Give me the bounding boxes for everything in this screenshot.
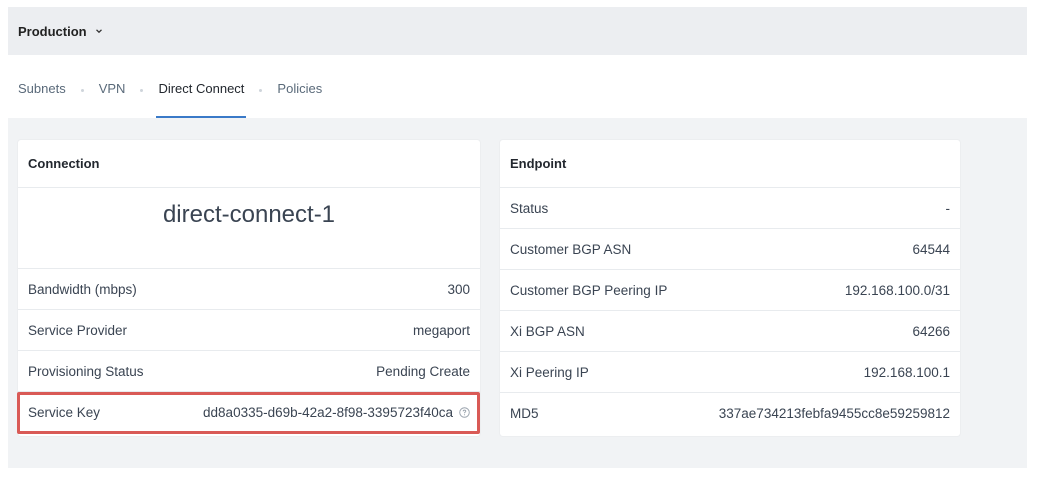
tab-separator <box>80 89 84 92</box>
row-label: Xi BGP ASN <box>510 323 585 339</box>
tab-vpn[interactable]: VPN <box>99 70 126 118</box>
endpoint-row-status: Status - <box>500 188 960 229</box>
tab-label: Direct Connect <box>158 81 245 96</box>
tab-subnets[interactable]: Subnets <box>18 70 66 118</box>
row-label: Service Provider <box>28 322 128 338</box>
row-label: Customer BGP Peering IP <box>510 282 668 298</box>
environment-selector[interactable]: Production <box>18 24 103 39</box>
tab-separator <box>259 89 263 92</box>
row-label: Xi Peering IP <box>510 364 589 380</box>
row-label: Bandwidth (mbps) <box>28 281 137 297</box>
connection-row-service-provider: Service Provider megaport <box>18 310 480 351</box>
row-value: 192.168.100.1 <box>863 364 950 380</box>
connection-card-title: Connection <box>18 140 480 188</box>
row-label: MD5 <box>510 406 539 421</box>
tab-policies[interactable]: Policies <box>277 70 322 118</box>
row-value: 337ae734213febfa9455cc8e59259812 <box>718 406 950 421</box>
tab-label: VPN <box>98 81 126 96</box>
chevron-down-icon <box>95 29 102 34</box>
content-area: Connection direct-connect-1 Bandwidth (m… <box>8 118 1027 468</box>
tab-label: Subnets <box>18 81 66 96</box>
row-label: Service Key <box>28 405 101 420</box>
tab-separator <box>140 89 144 92</box>
row-value: - <box>945 200 951 216</box>
endpoint-row-md5: MD5 337ae734213febfa9455cc8e59259812 <box>500 393 960 434</box>
endpoint-row-customer-bgp-peering-ip: Customer BGP Peering IP 192.168.100.0/31 <box>500 270 960 311</box>
row-value: 64544 <box>912 241 950 257</box>
row-label: Customer BGP ASN <box>510 241 632 257</box>
endpoint-row-xi-peering-ip: Xi Peering IP 192.168.100.1 <box>500 352 960 393</box>
connection-row-bandwidth: Bandwidth (mbps) 300 <box>18 269 480 310</box>
service-key-value[interactable]: dd8a0335-d69b-42a2-8f98-3395723f40ca <box>203 405 453 420</box>
top-bar: Production <box>8 7 1027 55</box>
help-icon[interactable] <box>459 407 470 418</box>
tab-bar: Subnets VPN Direct Connect Policies <box>18 70 322 118</box>
row-label: Provisioning Status <box>28 363 144 379</box>
row-value: 192.168.100.0/31 <box>844 282 950 298</box>
connection-card: Connection direct-connect-1 Bandwidth (m… <box>18 140 480 436</box>
endpoint-card-title: Endpoint <box>500 140 960 188</box>
row-value: 300 <box>447 281 470 297</box>
row-value: megaport <box>412 322 470 338</box>
endpoint-row-xi-bgp-asn: Xi BGP ASN 64266 <box>500 311 960 352</box>
tab-direct-connect[interactable]: Direct Connect <box>156 70 247 118</box>
endpoint-row-customer-bgp-asn: Customer BGP ASN 64544 <box>500 229 960 270</box>
row-value: Pending Create <box>376 363 470 379</box>
tab-label: Policies <box>277 81 323 96</box>
row-label: Status <box>510 200 549 216</box>
row-value: 64266 <box>912 323 950 339</box>
connection-row-service-key: Service Key dd8a0335-d69b-42a2-8f98-3395… <box>18 392 480 433</box>
endpoint-card: Endpoint Status - Customer BGP ASN 64544… <box>500 140 960 436</box>
connection-row-provisioning-status: Provisioning Status Pending Create <box>18 351 480 392</box>
environment-label: Production <box>18 23 87 39</box>
connection-name: direct-connect-1 <box>18 188 480 269</box>
service-key-value-wrap: dd8a0335-d69b-42a2-8f98-3395723f40ca <box>203 405 470 420</box>
